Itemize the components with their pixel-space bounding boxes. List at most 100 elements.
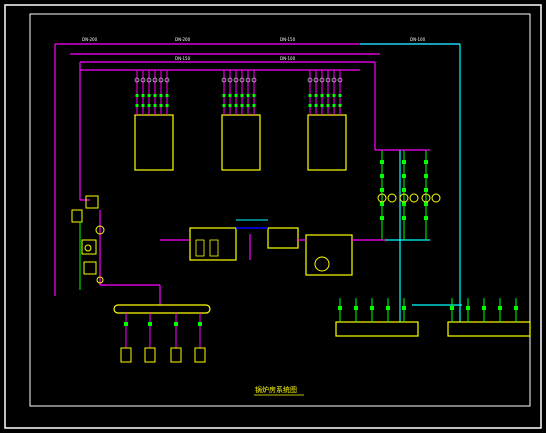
valve-symbol xyxy=(424,216,428,220)
valve-symbol xyxy=(498,306,502,310)
valve-symbol xyxy=(159,94,163,97)
boiler-units xyxy=(134,70,347,171)
inner-frame xyxy=(29,13,531,407)
deaerator xyxy=(267,227,299,249)
valve-symbol xyxy=(338,104,342,107)
valve-symbol xyxy=(314,104,318,107)
pipe-label: DN-100 xyxy=(280,56,296,61)
collector-valves xyxy=(338,298,518,322)
valve-symbol xyxy=(326,104,330,107)
valve-symbol xyxy=(326,94,330,97)
valve-symbol xyxy=(332,94,336,97)
valve-symbol xyxy=(174,322,178,326)
valve-symbol xyxy=(402,306,406,310)
consumer-tank xyxy=(120,347,132,363)
valve-symbol xyxy=(240,104,244,107)
pipe-label: DN-100 xyxy=(410,37,426,42)
valve-symbol xyxy=(222,94,226,97)
valve-symbol xyxy=(228,94,232,97)
manifold-header xyxy=(113,304,211,314)
valve-symbol xyxy=(252,94,256,97)
pump-symbol xyxy=(431,193,441,203)
pump-columns xyxy=(375,149,441,240)
consumer-tank xyxy=(144,347,156,363)
valve-symbol xyxy=(240,94,244,97)
central-equipment xyxy=(160,219,385,276)
valve-symbol xyxy=(147,104,151,107)
valve-symbol xyxy=(198,322,202,326)
pump-symbol xyxy=(387,193,397,203)
valve-symbol xyxy=(402,202,406,206)
valve-symbol xyxy=(222,104,226,107)
header-pipe-labels: DN-200 DN-200 DN-150 DN-150 DN-100 DN-10… xyxy=(82,37,426,61)
valve-symbol xyxy=(514,306,518,310)
pipe-label: DN-150 xyxy=(175,56,191,61)
valve-symbol xyxy=(314,94,318,97)
collector-left xyxy=(335,321,419,337)
pipe-label: DN-150 xyxy=(280,37,296,42)
valve-symbol xyxy=(165,94,169,97)
valve-symbol xyxy=(153,104,157,107)
valve-symbol xyxy=(424,188,428,192)
boiler-body xyxy=(307,114,347,171)
valve-symbol xyxy=(424,202,428,206)
consumer-tank xyxy=(194,347,206,363)
valve-symbol xyxy=(402,160,406,164)
consumer-tank xyxy=(170,347,182,363)
water-tank xyxy=(305,234,353,276)
valve-symbol xyxy=(159,104,163,107)
valve-symbol xyxy=(332,104,336,107)
tank-vessel xyxy=(209,239,219,257)
valve-symbol xyxy=(148,322,152,326)
tank-vessel xyxy=(195,239,205,257)
pressure-gauge xyxy=(84,244,92,252)
softener-tank xyxy=(189,227,237,261)
drawing-title: 锅炉房系统图 xyxy=(255,385,297,394)
valve-symbol xyxy=(402,216,406,220)
pipe-label: DN-200 xyxy=(175,37,191,42)
valve-symbol xyxy=(234,94,238,97)
valve-symbol xyxy=(370,306,374,310)
valve-symbol xyxy=(380,174,384,178)
cad-drawing-canvas: DN-200 DN-200 DN-150 DN-150 DN-100 DN-10… xyxy=(0,0,546,433)
valve-symbol xyxy=(380,188,384,192)
separator-tank xyxy=(71,209,83,223)
valve-symbol xyxy=(450,306,454,310)
valve-symbol xyxy=(482,306,486,310)
valve-symbol xyxy=(228,104,232,107)
boiler-body xyxy=(134,114,174,171)
valve-symbol xyxy=(135,94,139,97)
valve-symbol xyxy=(141,94,145,97)
filter-unit xyxy=(85,195,99,209)
pump-unit xyxy=(83,261,97,275)
pump-unit xyxy=(81,239,97,255)
collector-headers xyxy=(335,321,531,337)
valve-symbol xyxy=(135,104,139,107)
valve-symbol xyxy=(386,306,390,310)
valve-symbol xyxy=(246,94,250,97)
valve-symbol xyxy=(252,104,256,107)
pipe-label: DN-200 xyxy=(82,37,98,42)
valve-symbol xyxy=(308,104,312,107)
valve-symbol xyxy=(338,306,342,310)
valve-symbol xyxy=(234,104,238,107)
distribution-manifold xyxy=(113,304,211,314)
valve-symbol xyxy=(308,94,312,97)
valve-symbol xyxy=(338,94,342,97)
valve-symbol xyxy=(354,306,358,310)
valve-symbol xyxy=(402,174,406,178)
left-equipment-stack xyxy=(71,195,161,305)
valve-symbol xyxy=(320,94,324,97)
boiler-room-system-diagram: DN-200 DN-200 DN-150 DN-150 DN-100 DN-10… xyxy=(4,4,542,429)
valve-symbol xyxy=(320,104,324,107)
valve-symbol xyxy=(165,104,169,107)
valve-symbol xyxy=(147,94,151,97)
valve-symbol xyxy=(153,94,157,97)
valve-symbol xyxy=(466,306,470,310)
valve-symbol xyxy=(246,104,250,107)
valve-symbol xyxy=(141,104,145,107)
boiler-body xyxy=(221,114,261,171)
valve-symbol xyxy=(124,322,128,326)
valve-symbol xyxy=(424,160,428,164)
valve-symbol xyxy=(424,174,428,178)
